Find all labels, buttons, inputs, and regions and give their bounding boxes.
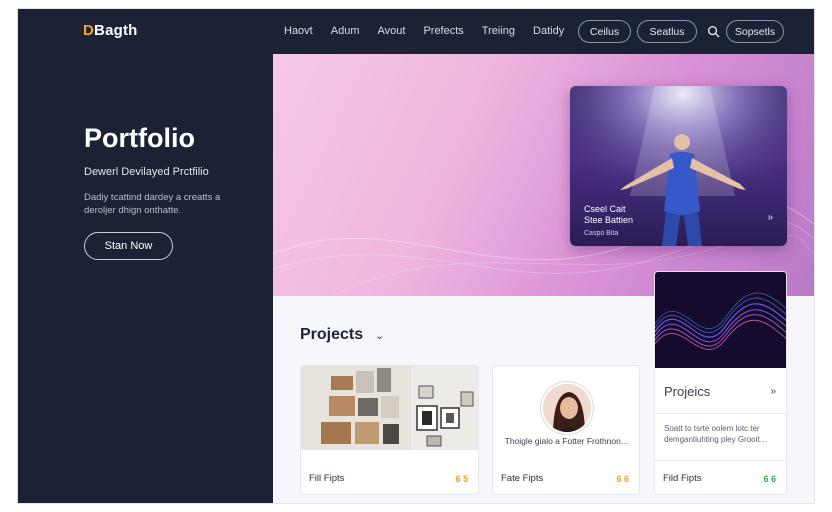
project-card-1-badge: 6 5 xyxy=(455,474,468,484)
logo-mark: D xyxy=(83,22,95,39)
projects-heading: Projects xyxy=(300,326,364,343)
project-card-2[interactable]: Thoigle gialo a Fotter Frothnon… Fate Fi… xyxy=(492,365,640,495)
header-pill-button-2[interactable]: Seatlus xyxy=(637,20,697,43)
hero-title: Portfolio xyxy=(84,123,195,153)
nav-link-3[interactable]: Avout xyxy=(378,25,406,37)
chevron-down-icon[interactable]: ⌄ xyxy=(375,329,384,342)
divider xyxy=(655,460,786,461)
project-card-3[interactable]: Projeics » Soatt to tsrte oolem lotc ter… xyxy=(654,271,787,495)
nav-link-6[interactable]: Datidy xyxy=(533,25,564,37)
project-card-2-badge: 6 6 xyxy=(616,474,629,484)
header-pill-button-3[interactable]: Sopsetls xyxy=(726,20,784,43)
feature-next-icon[interactable]: » xyxy=(767,212,773,223)
logo-text: Bagth xyxy=(94,22,138,39)
avatar xyxy=(541,382,593,434)
top-navbar: DBagth Haovt Adum Avout Prefects Treiing… xyxy=(18,9,814,54)
nav-link-2[interactable]: Adum xyxy=(331,25,360,37)
portrait-image xyxy=(543,384,591,432)
project-card-3-arrow-icon[interactable]: » xyxy=(770,386,776,397)
project-card-2-footer: Fate Fipts xyxy=(501,473,544,484)
main-nav: Haovt Adum Avout Prefects Treiing Datidy xyxy=(284,25,582,37)
header-pill-button-1[interactable]: Ceilus xyxy=(578,20,631,43)
nav-link-4[interactable]: Prefects xyxy=(423,25,463,37)
search-icon[interactable] xyxy=(707,25,720,38)
feature-caption-line2: Stee Battien xyxy=(584,215,634,225)
feature-caption-small: Caspo Bita xyxy=(584,230,619,237)
project-card-3-badge: 6 6 xyxy=(763,474,776,484)
project-card-1-footer: Fill Fipts xyxy=(309,473,345,484)
feature-image-card[interactable]: Cseel Cait Stee Battien Caspo Bita » xyxy=(570,86,787,246)
project-card-1[interactable]: Fill Fipts 6 5 xyxy=(300,365,479,495)
feature-caption: Cseel Cait Stee Battien Caspo Bita xyxy=(584,204,633,239)
hero-subtitle: Dewerl Devilayed Prctfilio xyxy=(84,166,209,178)
project-card-3-description: Soatt to tsrte oolem lotc ter demgantiuh… xyxy=(664,424,768,444)
brand-logo[interactable]: DBagth xyxy=(83,22,138,39)
nav-link-5[interactable]: Treiing xyxy=(482,25,515,37)
app-window: DBagth Haovt Adum Avout Prefects Treiing… xyxy=(18,9,814,503)
feature-caption-line1: Cseel Cait xyxy=(584,204,626,214)
project-card-2-text: Thoigle gialo a Fotter Frothnon… xyxy=(504,436,630,446)
abstract-waves-image xyxy=(655,272,786,368)
hero-sidebar xyxy=(18,54,273,503)
start-now-button[interactable]: Stan Now xyxy=(84,232,173,260)
shelf-photo xyxy=(301,366,478,450)
hero-description: Dadiy tcattind dardey a creatts a derolj… xyxy=(84,192,221,216)
nav-link-1[interactable]: Haovt xyxy=(284,25,313,37)
project-card-3-title: Projeics xyxy=(664,384,711,399)
project-card-3-footer: Fild Fipts xyxy=(663,473,702,484)
divider xyxy=(655,413,786,414)
